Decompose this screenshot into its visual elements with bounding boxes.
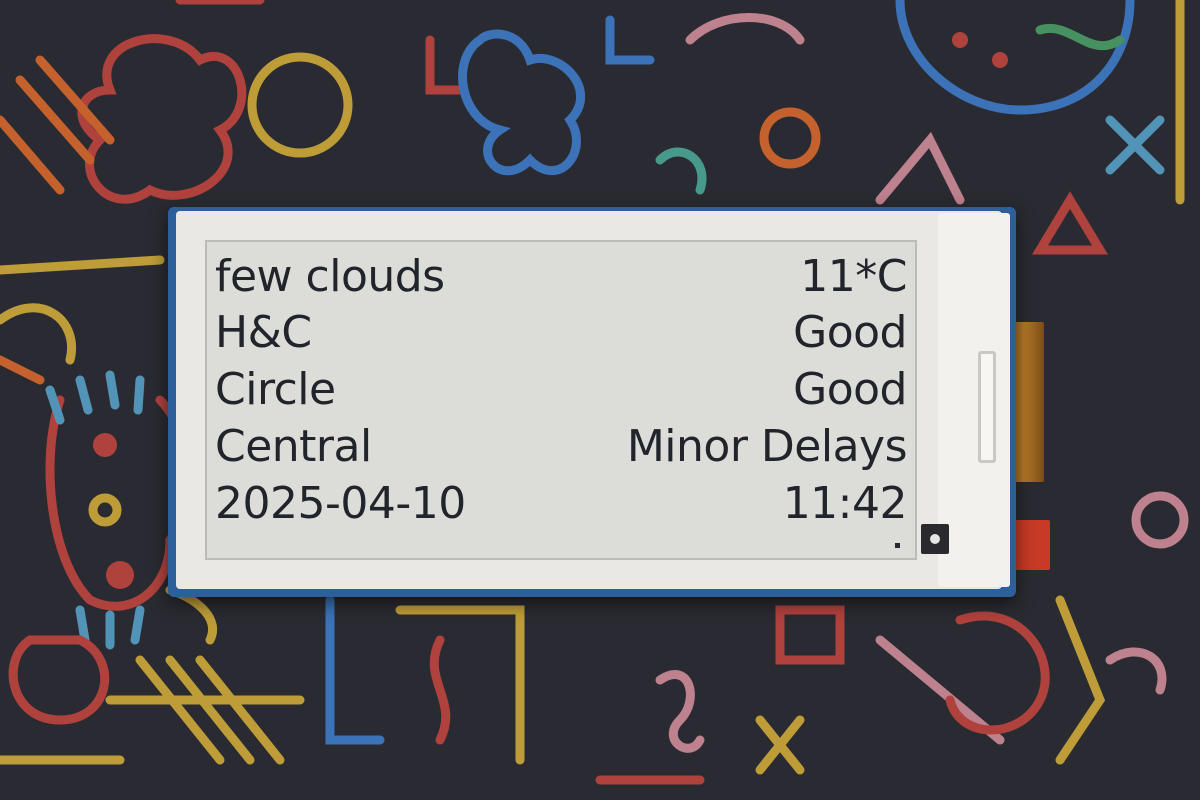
line-status: Good — [793, 306, 907, 358]
status-dot — [895, 543, 900, 548]
date-value: 2025-04-10 — [215, 477, 466, 529]
corner-marker-icon — [921, 524, 949, 554]
temperature-value: 11*C — [800, 250, 907, 302]
time-value: 11:42 — [782, 477, 908, 529]
line-status: Good — [793, 363, 907, 415]
tail-slot — [978, 351, 996, 463]
weather-row: few clouds 11*C — [207, 248, 915, 305]
line-name: Central — [215, 420, 372, 472]
datetime-row: 2025-04-10 11:42 — [207, 475, 915, 532]
line-name: H&C — [215, 306, 312, 358]
line-status: Minor Delays — [626, 420, 908, 472]
line-status-row: H&C Good — [207, 304, 915, 361]
weather-condition: few clouds — [215, 250, 445, 302]
line-name: Circle — [215, 363, 336, 415]
e-ink-screen: few clouds 11*C H&C Good Circle Good Cen… — [205, 240, 917, 560]
line-status-row: Circle Good — [207, 361, 915, 418]
line-status-row: Central Minor Delays — [207, 418, 915, 475]
